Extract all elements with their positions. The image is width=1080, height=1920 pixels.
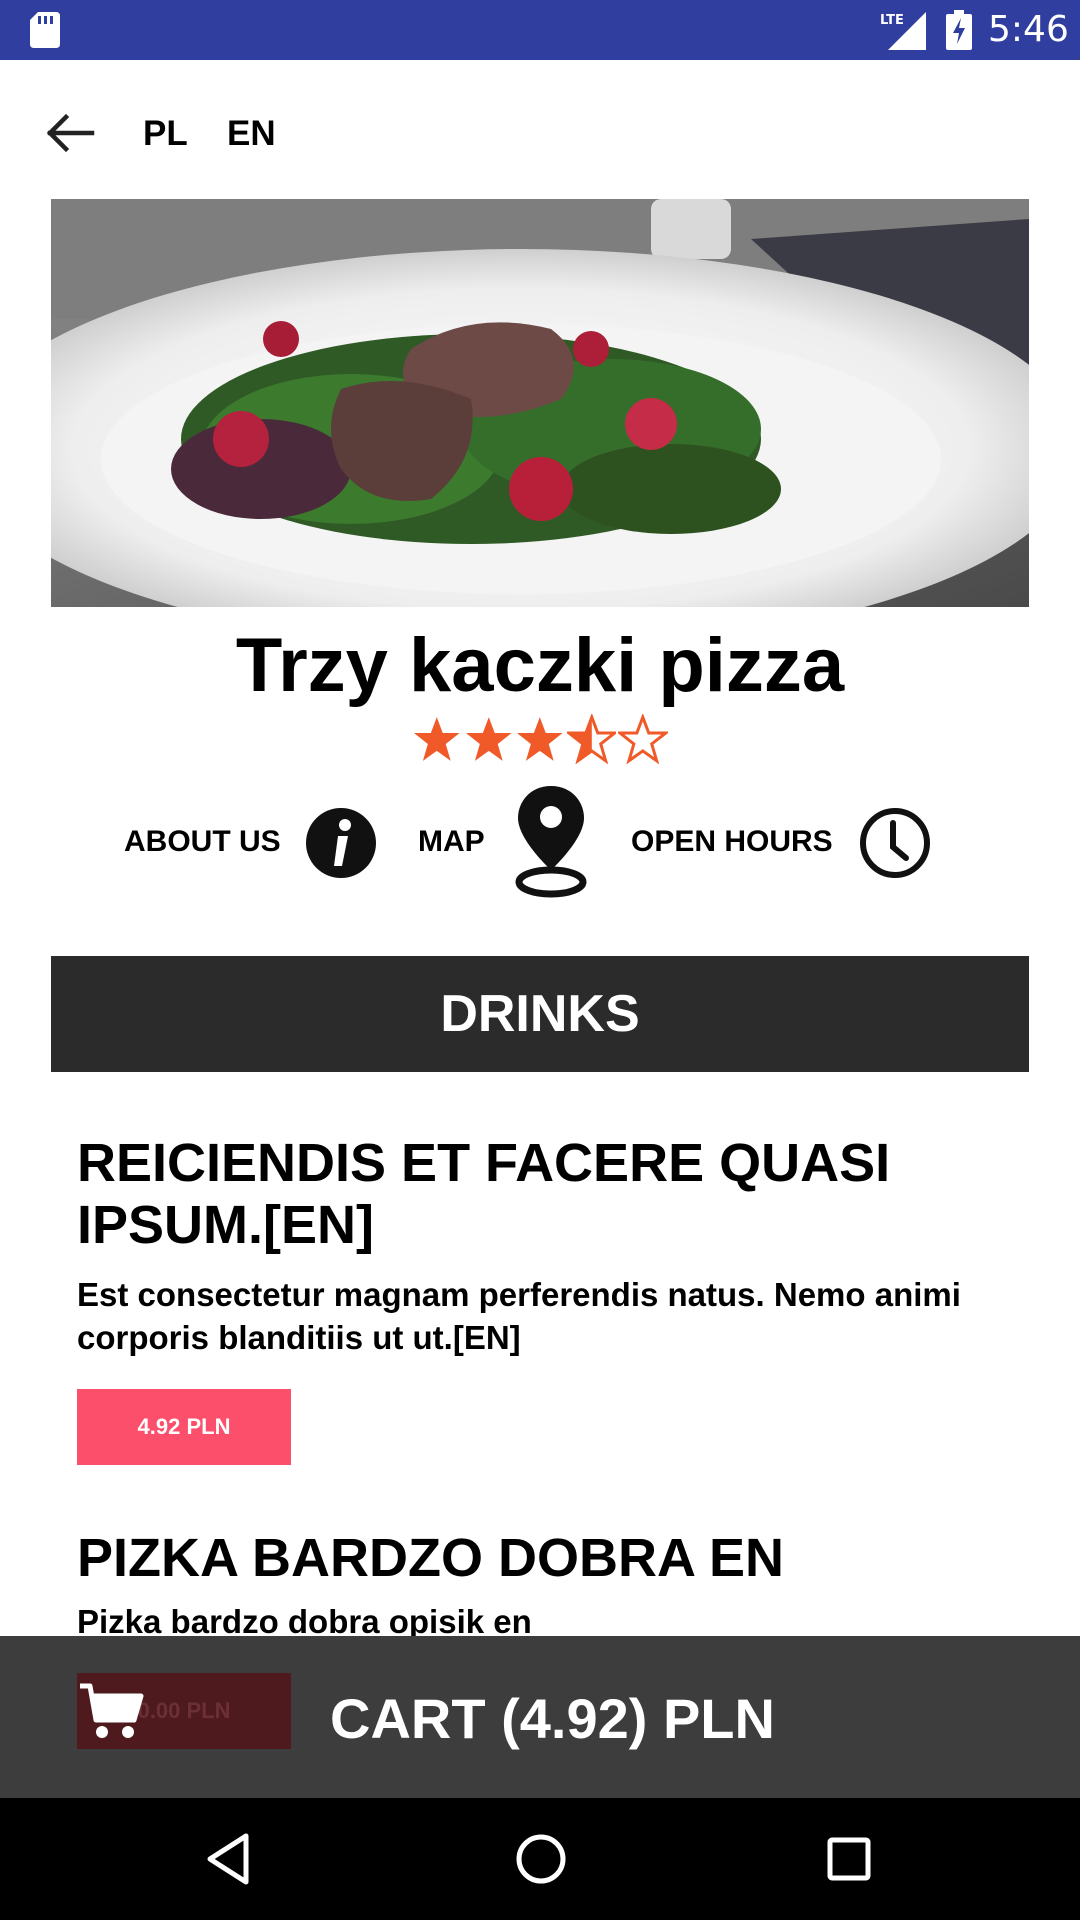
menu-item-description: Est consectetur magnam perferendis natus… <box>77 1276 961 1356</box>
star-full-icon <box>465 717 512 761</box>
status-time: 5:46 <box>988 9 1069 50</box>
clock-icon[interactable] <box>858 806 932 880</box>
battery-charging-icon <box>946 10 972 50</box>
restaurant-name: Trzy kaczki pizza <box>235 623 845 708</box>
system-nav-bar <box>0 1798 1080 1920</box>
lte-signal-icon: LTE <box>880 12 926 50</box>
nav-recents-icon[interactable] <box>818 1828 880 1890</box>
about-us-link[interactable]: ABOUT US <box>124 820 281 864</box>
cart-bar[interactable]: 0.00 PLN CART (4.92) PLN <box>0 1636 1080 1798</box>
menu-item-title: PIZKA BARDZO DOBRA EN <box>77 1528 784 1588</box>
arrow-left-icon <box>46 113 95 153</box>
lte-label: LTE <box>880 13 904 28</box>
info-icon[interactable] <box>304 806 378 880</box>
sd-card-icon <box>30 12 60 48</box>
star-half-icon <box>566 714 617 764</box>
category-banner: DRINKS <box>51 956 1029 1072</box>
back-button[interactable] <box>40 105 100 161</box>
star-full-icon <box>413 717 460 761</box>
map-link[interactable]: MAP <box>418 820 485 864</box>
language-en-button[interactable]: EN <box>227 112 276 156</box>
add-to-cart-price-button[interactable]: 4.92 PLN <box>77 1389 291 1465</box>
star-full-icon <box>517 717 563 761</box>
open-hours-link[interactable]: OPEN HOURS <box>631 820 833 864</box>
rating-stars <box>412 714 668 764</box>
language-pl-button[interactable]: PL <box>143 112 188 156</box>
nav-home-icon[interactable] <box>510 1828 572 1890</box>
star-empty-icon <box>618 714 668 764</box>
nav-back-icon[interactable] <box>200 1828 262 1890</box>
menu-item-title: REICIENDIS ET FACERE QUASI IPSUM.[EN] <box>77 1133 891 1255</box>
status-bar: LTE 5:46 <box>0 0 1080 60</box>
restaurant-hero-image <box>51 199 1029 607</box>
shopping-cart-icon[interactable] <box>78 1682 144 1740</box>
cart-total-label[interactable]: CART (4.92) PLN <box>330 1686 775 1752</box>
map-pin-icon[interactable] <box>512 782 590 900</box>
